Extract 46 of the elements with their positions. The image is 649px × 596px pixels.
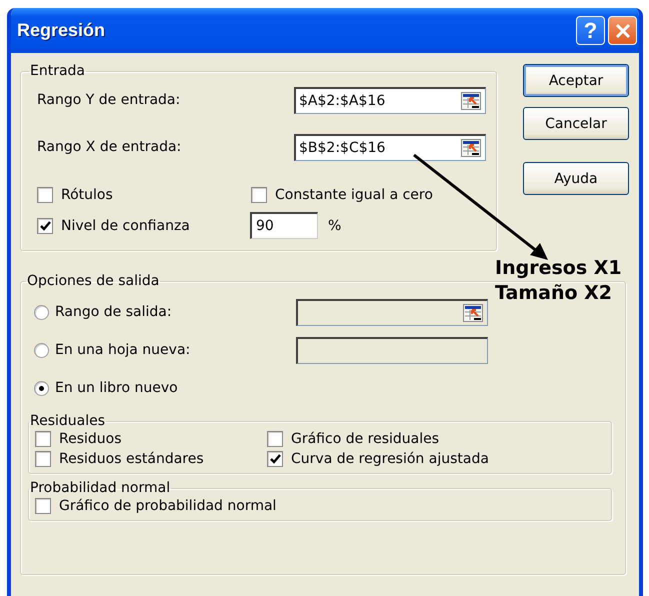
checkbox[interactable] [35,451,51,467]
group-label: Residuales [29,413,106,429]
checkbox-label: Rótulos [61,186,113,202]
field-label: Rango Y de entrada: [37,92,182,108]
radio-label: En un libro nuevo [55,380,178,396]
range-picker-icon[interactable] [461,92,481,110]
group-label: Entrada [29,63,86,79]
checkbox-label: Gráfico de probabilidad normal [59,498,276,514]
dialog-button[interactable]: Cancelar [523,107,629,140]
range-picker-icon[interactable] [463,304,483,322]
radio-button[interactable] [34,380,49,396]
field-label: Rango X de entrada: [37,139,182,155]
input-field[interactable] [296,298,488,326]
checkbox-label: Constante igual a cero [275,186,433,202]
checkbox[interactable] [267,431,283,447]
checkbox-label: Residuos estándares [59,451,204,467]
checkbox-label: Residuos [59,431,122,447]
input-field[interactable] [296,336,488,364]
input-field[interactable]: $B$2:$C$16 [294,134,486,160]
annotation-line: Tamaño X2 [495,281,614,306]
checkbox[interactable] [251,186,267,202]
group-label: Opciones de salida [26,273,160,289]
input-field[interactable]: $A$2:$A$16 [294,86,486,114]
annotation-line: Ingresos X1 [495,256,622,281]
checkbox-label: Gráfico de residuales [291,431,440,447]
radio-label: Rango de salida: [55,304,172,320]
help-button[interactable]: ? [576,16,605,45]
window-title: Regresión [17,20,106,41]
checkbox[interactable] [267,451,283,467]
group-label: Probabilidad normal [29,480,172,496]
range-picker-icon[interactable] [461,138,481,156]
checkbox-label: Curva de regresión ajustada [291,451,489,467]
checkbox[interactable] [35,431,51,447]
checkbox[interactable] [35,498,51,514]
input-field[interactable]: 90 [250,212,318,239]
radio-label: En una hoja nueva: [55,342,190,358]
checkbox[interactable] [37,186,53,202]
dialog-button[interactable]: Ayuda [523,162,629,195]
checkbox[interactable] [37,218,53,234]
radio-button[interactable] [34,304,49,320]
checkbox-label: Nivel de confianza [61,218,190,234]
close-icon[interactable] [614,22,630,38]
radio-button[interactable] [34,342,49,358]
unit-label: % [328,218,342,234]
close-button[interactable] [608,16,637,45]
dialog-button[interactable]: Aceptar [523,64,629,97]
